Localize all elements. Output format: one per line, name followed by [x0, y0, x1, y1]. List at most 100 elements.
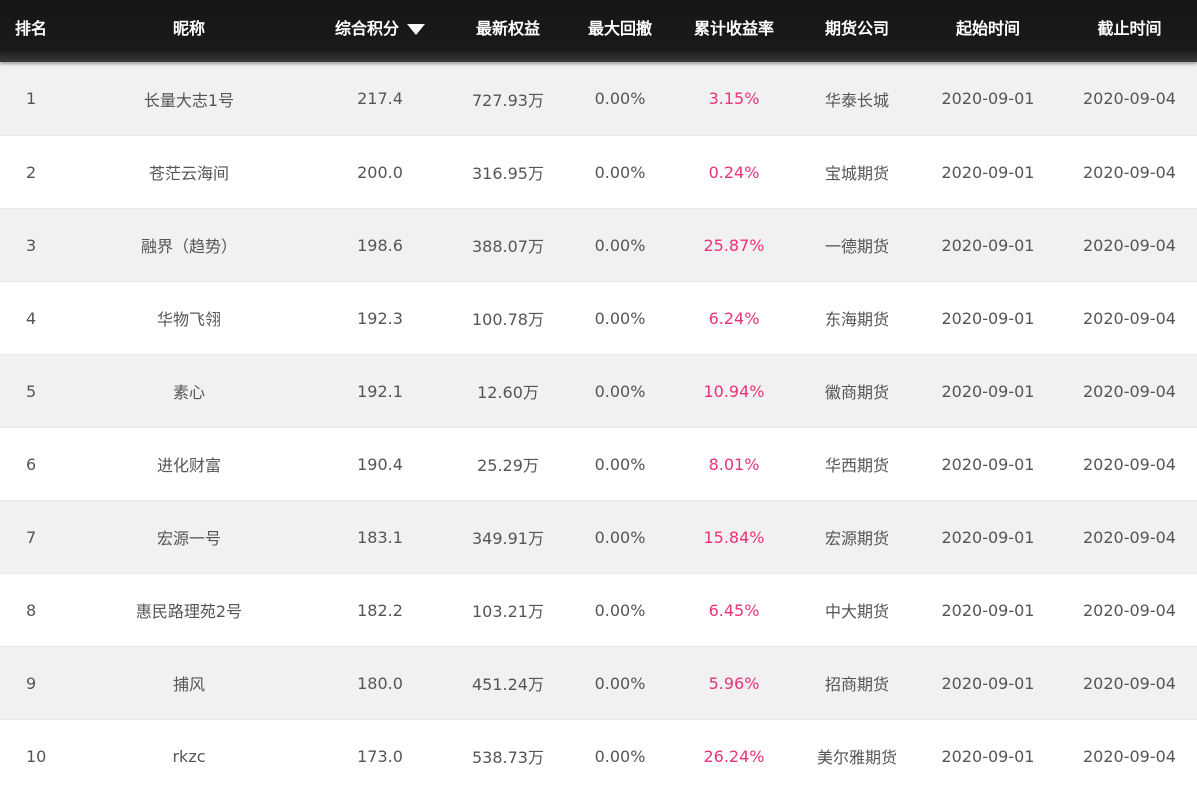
return-rate-cell: 5.96%	[708, 673, 760, 693]
header-return-rate[interactable]: 累计收益率	[668, 0, 800, 60]
caret-down-icon[interactable]	[407, 23, 425, 35]
start-date-cell: 2020-09-01	[941, 89, 1035, 108]
company-cell: 美尔雅期货	[816, 748, 897, 767]
score-cell: 182.2	[357, 600, 403, 620]
rank-cell: 7	[26, 527, 37, 547]
start-date-cell: 2020-09-01	[941, 527, 1035, 547]
table-row[interactable]: 7 宏源一号 183.1 349.91万 0.00% 15.84% 宏源期货 2…	[0, 501, 1197, 574]
return-rate-cell: 10.94%	[703, 381, 765, 401]
company-cell: 华泰长城	[824, 90, 889, 110]
header-end[interactable]: 截止时间	[1062, 0, 1197, 60]
company-cell: 宝城期货	[824, 164, 889, 183]
rank-cell: 5	[26, 381, 37, 401]
company-cell: 一德期货	[824, 237, 889, 256]
end-date-cell: 2020-09-04	[1083, 308, 1176, 328]
return-rate-cell: 8.01%	[708, 454, 760, 474]
header-rank[interactable]: 排名	[0, 0, 62, 60]
table-row[interactable]: 2 苍茫云海间 200.0 316.95万 0.00% 0.24% 宝城期货 2…	[0, 136, 1197, 209]
end-date-cell: 2020-09-04	[1083, 381, 1176, 401]
drawdown-cell: 0.00%	[594, 381, 646, 401]
equity-cell: 727.93万	[472, 90, 544, 110]
start-date-cell: 2020-09-01	[941, 235, 1035, 255]
nickname-cell[interactable]: rkzc	[62, 747, 316, 766]
drawdown-cell: 0.00%	[594, 673, 646, 693]
end-date-cell: 2020-09-04	[1083, 454, 1176, 474]
end-date-cell: 2020-09-04	[1083, 600, 1176, 620]
equity-cell: 12.60万	[477, 383, 539, 402]
drawdown-cell: 0.00%	[594, 527, 646, 547]
header-equity[interactable]: 最新权益	[444, 0, 572, 60]
rank-cell: 3	[26, 235, 37, 255]
return-rate-cell: 26.24%	[703, 746, 765, 766]
company-cell: 徽商期货	[824, 383, 889, 402]
score-cell: 192.1	[357, 381, 403, 401]
drawdown-cell: 0.00%	[594, 746, 646, 766]
header-start[interactable]: 起始时间	[914, 0, 1062, 60]
nickname-cell[interactable]: 华物飞翎	[62, 306, 316, 330]
equity-cell: 103.21万	[472, 602, 544, 621]
table-row[interactable]: 8 惠民路理苑2号 182.2 103.21万 0.00% 6.45% 中大期货…	[0, 574, 1197, 647]
table-header: 排名 昵称 综合积分 最新权益 最大回撤 累计收益率 期货公司 起始时间 截止时…	[0, 0, 1197, 62]
table-row[interactable]: 9 捕风 180.0 451.24万 0.00% 5.96% 招商期货 2020…	[0, 647, 1197, 720]
nickname-cell[interactable]: 进化财富	[62, 452, 316, 476]
score-cell: 200.0	[357, 162, 403, 182]
end-date-cell: 2020-09-04	[1083, 746, 1176, 766]
header-nickname[interactable]: 昵称	[62, 0, 316, 60]
start-date-cell: 2020-09-01	[941, 746, 1035, 766]
drawdown-cell: 0.00%	[594, 162, 646, 182]
equity-cell: 349.91万	[472, 529, 544, 548]
nickname-cell[interactable]: 苍茫云海间	[62, 160, 316, 184]
nickname-cell[interactable]: 宏源一号	[62, 525, 316, 549]
score-cell: 192.3	[357, 308, 403, 328]
header-company[interactable]: 期货公司	[800, 0, 914, 60]
end-date-cell: 2020-09-04	[1083, 527, 1176, 547]
header-score-label: 综合积分	[334, 19, 399, 38]
header-score[interactable]: 综合积分	[316, 0, 444, 60]
nickname-cell[interactable]: 捕风	[62, 671, 316, 695]
nickname-cell[interactable]: 融界（趋势）	[62, 233, 316, 257]
drawdown-cell: 0.00%	[594, 235, 646, 255]
company-cell: 华西期货	[824, 456, 889, 475]
table-row[interactable]: 1 长量大志1号 217.4 727.93万 0.00% 3.15% 华泰长城 …	[0, 62, 1197, 136]
drawdown-cell: 0.00%	[594, 89, 646, 108]
return-rate-cell: 6.45%	[708, 600, 760, 620]
equity-cell: 451.24万	[472, 675, 544, 694]
score-cell: 183.1	[357, 527, 403, 547]
table-row[interactable]: 5 素心 192.1 12.60万 0.00% 10.94% 徽商期货 2020…	[0, 355, 1197, 428]
rank-cell: 6	[26, 454, 37, 474]
nickname-cell[interactable]: 素心	[62, 379, 316, 403]
table-body: 1 长量大志1号 217.4 727.93万 0.00% 3.15% 华泰长城 …	[0, 62, 1197, 789]
header-drawdown[interactable]: 最大回撤	[572, 0, 668, 60]
rank-cell: 8	[26, 600, 37, 620]
table-row[interactable]: 4 华物飞翎 192.3 100.78万 0.00% 6.24% 东海期货 20…	[0, 282, 1197, 355]
table-row[interactable]: 10 rkzc 173.0 538.73万 0.00% 26.24% 美尔雅期货…	[0, 720, 1197, 789]
score-cell: 217.4	[357, 89, 403, 108]
drawdown-cell: 0.00%	[594, 308, 646, 328]
drawdown-cell: 0.00%	[594, 454, 646, 474]
return-rate-cell: 3.15%	[708, 89, 760, 108]
start-date-cell: 2020-09-01	[941, 673, 1035, 693]
end-date-cell: 2020-09-04	[1083, 162, 1176, 182]
equity-cell: 316.95万	[472, 164, 544, 183]
nickname-cell[interactable]: 惠民路理苑2号	[62, 598, 316, 622]
score-cell: 180.0	[357, 673, 403, 693]
rank-cell: 10	[26, 746, 47, 766]
score-cell: 198.6	[357, 235, 403, 255]
start-date-cell: 2020-09-01	[941, 308, 1035, 328]
return-rate-cell: 25.87%	[703, 235, 765, 255]
equity-cell: 100.78万	[472, 310, 544, 329]
return-rate-cell: 0.24%	[708, 162, 760, 182]
equity-cell: 388.07万	[472, 237, 544, 256]
rank-cell: 2	[26, 162, 37, 182]
return-rate-cell: 15.84%	[703, 527, 765, 547]
company-cell: 宏源期货	[824, 529, 889, 548]
company-cell: 中大期货	[824, 602, 889, 621]
nickname-cell[interactable]: 长量大志1号	[62, 87, 316, 111]
company-cell: 东海期货	[824, 310, 889, 329]
return-rate-cell: 6.24%	[708, 308, 760, 328]
table-row[interactable]: 3 融界（趋势） 198.6 388.07万 0.00% 25.87% 一德期货…	[0, 209, 1197, 282]
end-date-cell: 2020-09-04	[1083, 673, 1176, 693]
end-date-cell: 2020-09-04	[1083, 235, 1176, 255]
table-row[interactable]: 6 进化财富 190.4 25.29万 0.00% 8.01% 华西期货 202…	[0, 428, 1197, 501]
equity-cell: 538.73万	[472, 748, 544, 767]
